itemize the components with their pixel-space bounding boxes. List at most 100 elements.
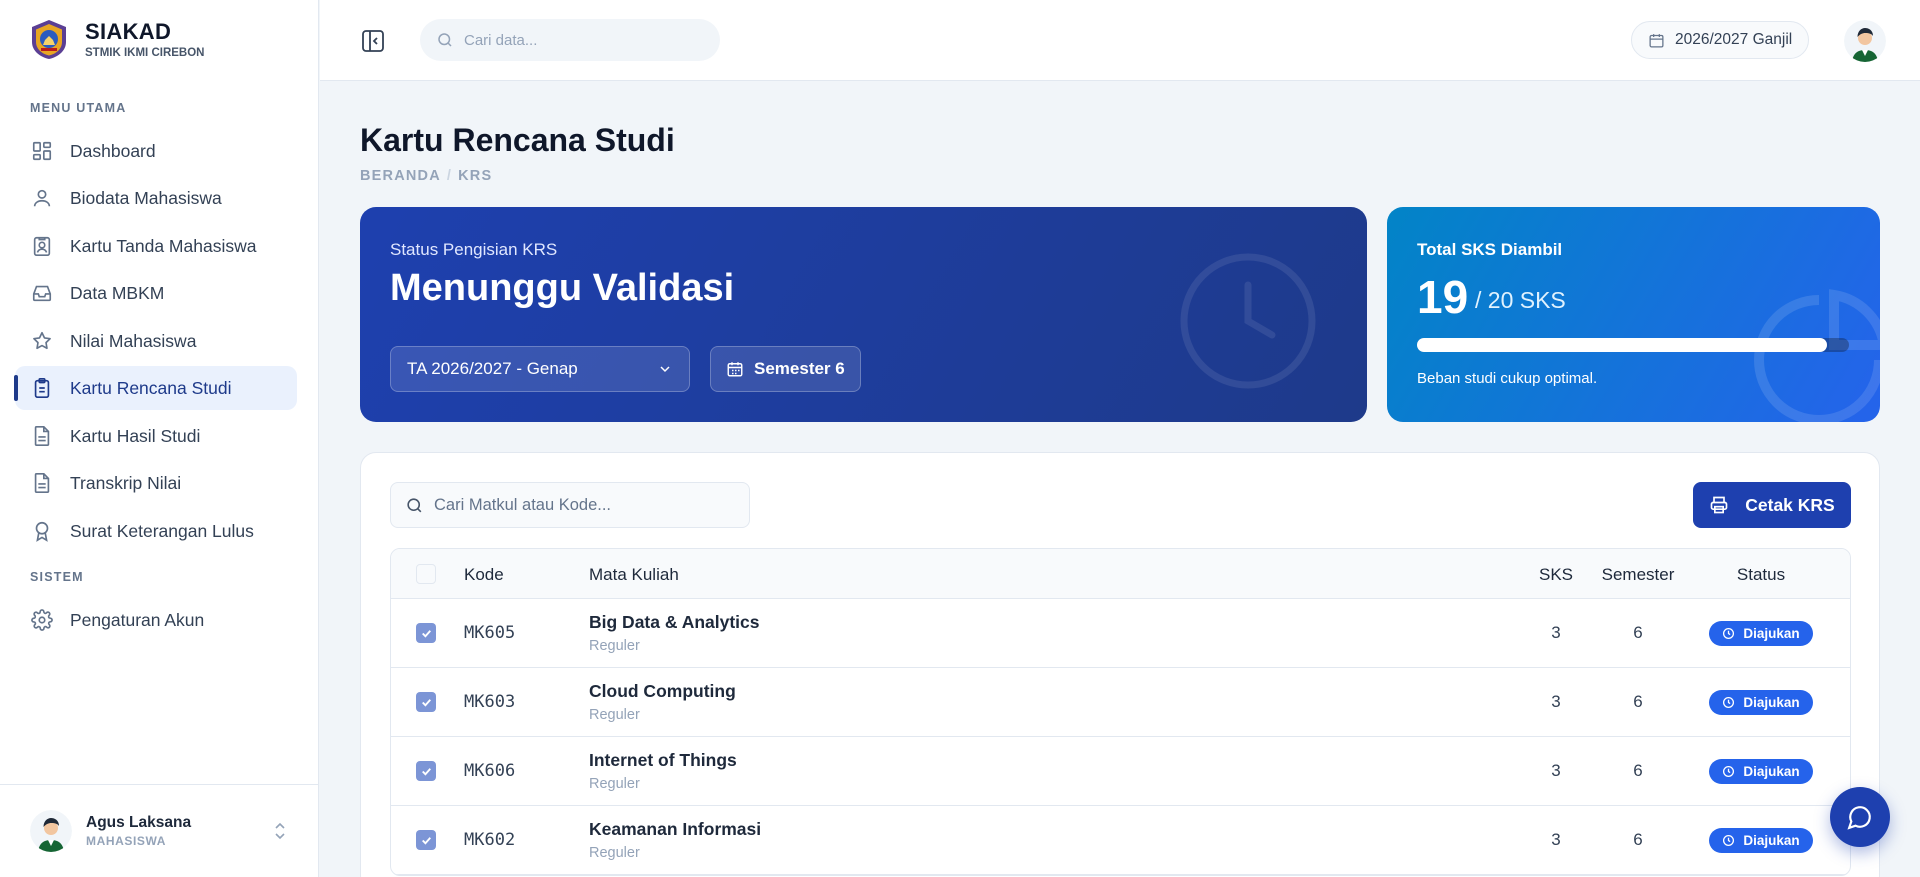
period-label: 2026/2027 Ganjil [1675, 31, 1793, 48]
course-code: MK602 [464, 830, 516, 850]
check-icon [421, 767, 431, 776]
sidebar-item-label: Biodata Mahasiswa [70, 187, 222, 208]
award-icon [30, 519, 54, 543]
calendar-icon [1649, 33, 1664, 48]
sidebar-item-biodata[interactable]: Biodata Mahasiswa [15, 176, 297, 220]
header-sks[interactable]: SKS [1536, 565, 1576, 585]
krs-table: Kode Mata Kuliah SKS Semester Status MK6… [390, 548, 1851, 876]
academic-period-badge[interactable]: 2026/2027 Ganjil [1631, 21, 1810, 59]
chevron-up-down-icon[interactable] [273, 822, 287, 840]
sidebar: SIAKAD STMIK IKMI CIREBON MENU UTAMA Das… [0, 0, 319, 877]
sidebar-item-ktm[interactable]: Kartu Tanda Mahasiswa [15, 224, 297, 268]
sks-label: Total SKS Diambil [1417, 240, 1563, 259]
course-sks: 3 [1551, 623, 1561, 642]
academic-year-value: TA 2026/2027 - Genap [407, 359, 578, 378]
course-code: MK606 [464, 761, 516, 781]
sidebar-item-label: Dashboard [70, 140, 156, 161]
table-row[interactable]: MK605 Big Data & Analytics Reguler 3 6 Diajuk… [391, 599, 1850, 668]
course-name: Internet of Things [589, 750, 737, 770]
avatar [30, 810, 72, 852]
sidebar-item-transkrip[interactable]: Transkrip Nilai [15, 461, 297, 505]
breadcrumb-home[interactable]: BERANDA [360, 168, 441, 184]
sidebar-item-label: Transkrip Nilai [70, 472, 182, 493]
status-badge: Diajukan [1709, 621, 1813, 646]
check-icon [421, 836, 431, 845]
global-search[interactable] [420, 19, 720, 61]
dashboard-icon [30, 139, 54, 163]
sidebar-item-label: Kartu Rencana Studi [70, 377, 232, 398]
table-row[interactable]: MK603 Cloud Computing Reguler 3 6 Diajukan [391, 668, 1850, 737]
status-badge: Diajukan [1709, 828, 1813, 853]
sidebar-toggle-icon[interactable] [360, 28, 386, 54]
profile-avatar[interactable] [1844, 20, 1886, 62]
sidebar-item-label: Nilai Mahasiswa [70, 330, 197, 351]
course-semester: 6 [1633, 830, 1643, 849]
select-all-checkbox[interactable] [416, 564, 436, 584]
sidebar-item-khs[interactable]: Kartu Hasil Studi [15, 414, 297, 458]
status-label: Diajukan [1743, 695, 1800, 710]
status-label: Diajukan [1743, 833, 1800, 848]
clock-icon [1723, 696, 1735, 709]
sidebar-item-dashboard[interactable]: Dashboard [15, 129, 297, 173]
academic-year-select[interactable]: TA 2026/2027 - Genap [390, 346, 690, 392]
course-type: Reguler [589, 776, 640, 792]
sidebar-item-mbkm[interactable]: Data MBKM [15, 271, 297, 315]
header-status[interactable]: Status [1709, 565, 1813, 585]
course-sks: 3 [1551, 830, 1561, 849]
institution-name: STMIK IKMI CIREBON [85, 47, 205, 59]
chat-button[interactable] [1830, 787, 1890, 847]
sidebar-item-nilai[interactable]: Nilai Mahasiswa [15, 319, 297, 363]
sks-max: / 20 SKS [1475, 287, 1566, 313]
total-sks-card: Total SKS Diambil 19 / 20 SKS Beban stud… [1387, 207, 1880, 422]
course-code: MK605 [464, 623, 516, 643]
brand[interactable]: SIAKAD STMIK IKMI CIREBON [28, 18, 204, 60]
course-search[interactable] [390, 482, 750, 528]
inbox-icon [30, 281, 54, 305]
sidebar-item-label: Kartu Tanda Mahasiswa [70, 235, 257, 256]
clock-icon [1723, 627, 1735, 640]
check-icon [421, 629, 431, 638]
row-checkbox[interactable] [416, 623, 436, 643]
chat-bubble-icon [1847, 806, 1871, 830]
row-checkbox[interactable] [416, 830, 436, 850]
course-sks: 3 [1551, 761, 1561, 780]
breadcrumb-separator: / [446, 168, 453, 184]
print-label: Cetak KRS [1745, 494, 1835, 515]
sidebar-item-label: Data MBKM [70, 282, 165, 303]
user-role: MAHASISWA [86, 834, 167, 848]
table-row[interactable]: MK602 Keamanan Informasi Reguler 3 6 Diajukan [391, 806, 1850, 875]
course-semester: 6 [1633, 692, 1643, 711]
print-krs-button[interactable]: Cetak KRS [1693, 482, 1851, 528]
calendar-icon [727, 362, 743, 377]
course-search-input[interactable] [434, 495, 734, 515]
search-input[interactable] [464, 31, 684, 49]
course-type: Reguler [589, 638, 640, 654]
sidebar-item-settings[interactable]: Pengaturan Akun [15, 598, 297, 642]
user-profile-footer[interactable]: Agus Laksana MAHASISWA [0, 784, 319, 877]
sks-progress-bar [1417, 338, 1849, 352]
status-badge: Diajukan [1709, 759, 1813, 784]
sidebar-item-krs[interactable]: Kartu Rencana Studi [15, 366, 297, 410]
chevron-down-icon [660, 366, 670, 373]
header-code[interactable]: Kode [464, 565, 504, 585]
row-checkbox[interactable] [416, 761, 436, 781]
table-row[interactable]: MK606 Internet of Things Reguler 3 6 Diajukan [391, 737, 1850, 806]
clock-icon [1723, 765, 1735, 778]
course-code: MK603 [464, 692, 516, 712]
system-section-label: SISTEM [30, 570, 84, 584]
clock-icon [1180, 253, 1316, 389]
clock-icon [1723, 834, 1735, 847]
document-icon [30, 424, 54, 448]
active-indicator [14, 375, 18, 401]
breadcrumb-current: KRS [458, 168, 493, 184]
search-icon [438, 33, 452, 47]
header-semester[interactable]: Semester [1598, 565, 1678, 585]
star-icon [30, 329, 54, 353]
header-course[interactable]: Mata Kuliah [589, 565, 679, 585]
sidebar-item-label: Surat Keterangan Lulus [70, 520, 254, 541]
row-checkbox[interactable] [416, 692, 436, 712]
course-name: Cloud Computing [589, 681, 736, 701]
semester-badge: Semester 6 [710, 346, 861, 392]
sidebar-item-skl[interactable]: Surat Keterangan Lulus [15, 509, 297, 553]
user-icon [30, 186, 54, 210]
